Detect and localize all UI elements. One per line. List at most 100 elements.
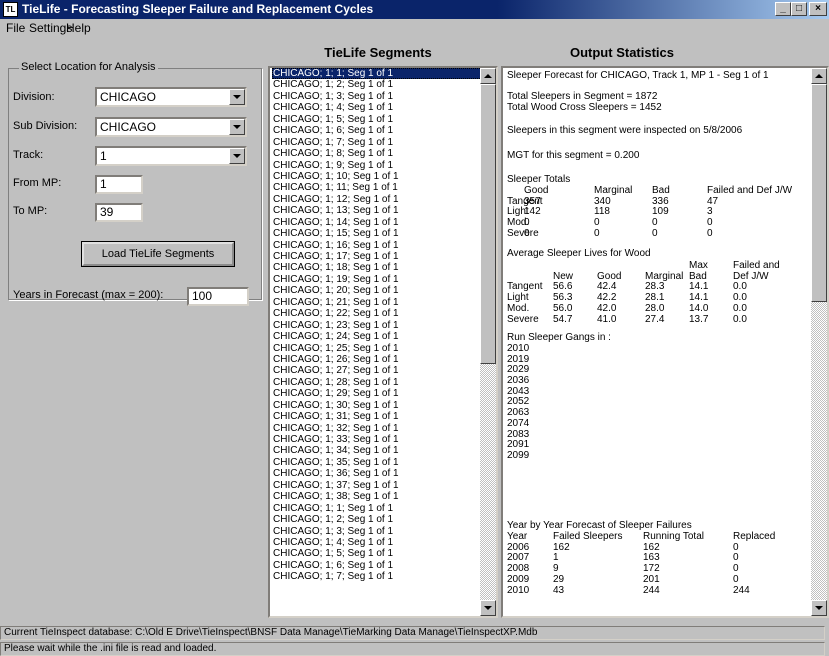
segment-list-item[interactable]: CHICAGO; 1; 22; Seg 1 of 1 — [272, 308, 482, 319]
total-wood: Total Wood Cross Sleepers = 1452 — [507, 102, 662, 113]
scroll-down-icon[interactable] — [480, 600, 496, 616]
yby-cell: 0 — [733, 573, 739, 585]
segment-list-item[interactable]: CHICAGO; 1; 33; Seg 1 of 1 — [272, 434, 482, 445]
lives-cell: 14.0 — [689, 302, 709, 314]
segment-list-item[interactable]: CHICAGO; 1; 36; Seg 1 of 1 — [272, 468, 482, 479]
segment-list-item[interactable]: CHICAGO; 1; 3; Seg 1 of 1 — [272, 526, 482, 537]
segment-list-item[interactable]: CHICAGO; 1; 23; Seg 1 of 1 — [272, 320, 482, 331]
gang-year: 2074 — [507, 417, 530, 429]
segment-list-item[interactable]: CHICAGO; 1; 25; Seg 1 of 1 — [272, 343, 482, 354]
from-mp-label: From MP: — [13, 177, 62, 189]
segment-list-item[interactable]: CHICAGO; 1; 13; Seg 1 of 1 — [272, 205, 482, 216]
location-group-label: Select Location for Analysis — [19, 61, 158, 73]
yby-cell: 29 — [553, 573, 565, 585]
segment-list-item[interactable]: CHICAGO; 1; 6; Seg 1 of 1 — [272, 560, 482, 571]
segments-scroll-thumb[interactable] — [480, 84, 496, 364]
load-segments-button[interactable]: Load TieLife Segments — [81, 241, 235, 267]
segment-list-item[interactable]: CHICAGO; 1; 7; Seg 1 of 1 — [272, 137, 482, 148]
segment-list-item[interactable]: CHICAGO; 1; 16; Seg 1 of 1 — [272, 240, 482, 251]
segment-list-item[interactable]: CHICAGO; 1; 35; Seg 1 of 1 — [272, 457, 482, 468]
chevron-down-icon[interactable] — [229, 89, 245, 105]
maximize-button[interactable]: □ — [791, 2, 807, 16]
lives-cell: Mod. — [507, 302, 530, 314]
division-select[interactable]: CHICAGO — [95, 87, 247, 107]
segment-list-item[interactable]: CHICAGO; 1; 11; Seg 1 of 1 — [272, 182, 482, 193]
segment-list-item[interactable]: CHICAGO; 1; 4; Seg 1 of 1 — [272, 537, 482, 548]
lives-cell: 54.7 — [553, 313, 573, 325]
scroll-up-icon[interactable] — [480, 68, 496, 84]
segment-list-item[interactable]: CHICAGO; 1; 38; Seg 1 of 1 — [272, 491, 482, 502]
totals-cell: 0 — [652, 227, 658, 239]
segment-list-item[interactable]: CHICAGO; 1; 10; Seg 1 of 1 — [272, 171, 482, 182]
app-icon: TL — [3, 2, 18, 17]
gang-years-list: 2010 2019 2029 2036 2043 2052 2063 2074 2083 2091… — [507, 343, 530, 462]
scroll-down-icon[interactable] — [811, 600, 827, 616]
chevron-down-icon[interactable] — [229, 119, 245, 135]
to-mp-label: To MP: — [13, 205, 48, 217]
segment-list-item[interactable]: CHICAGO; 1; 9; Seg 1 of 1 — [272, 160, 482, 171]
segment-list-item[interactable]: CHICAGO; 1; 4; Seg 1 of 1 — [272, 102, 482, 113]
output-scrollbar[interactable] — [811, 68, 827, 616]
scroll-up-icon[interactable] — [811, 68, 827, 84]
segment-list-item[interactable]: CHICAGO; 1; 6; Seg 1 of 1 — [272, 125, 482, 136]
subdivision-select[interactable]: CHICAGO — [95, 117, 247, 137]
segments-scrollbar[interactable] — [480, 68, 496, 616]
chevron-down-icon[interactable] — [229, 148, 245, 164]
segment-list-item[interactable]: CHICAGO; 1; 28; Seg 1 of 1 — [272, 377, 482, 388]
output-scroll-thumb[interactable] — [811, 84, 827, 302]
segment-list-item[interactable]: CHICAGO; 1; 3; Seg 1 of 1 — [272, 91, 482, 102]
track-select[interactable]: 1 — [95, 146, 247, 166]
segment-list-item[interactable]: CHICAGO; 1; 1; Seg 1 of 1 — [272, 503, 482, 514]
segment-list-item[interactable]: CHICAGO; 1; 2; Seg 1 of 1 — [272, 79, 482, 90]
segment-list-item[interactable]: CHICAGO; 1; 21; Seg 1 of 1 — [272, 297, 482, 308]
minimize-button[interactable]: _ — [775, 2, 791, 16]
segment-list-item[interactable]: CHICAGO; 1; 12; Seg 1 of 1 — [272, 194, 482, 205]
lives-cell: 41.0 — [597, 313, 617, 325]
segment-list-item[interactable]: CHICAGO; 1; 15; Seg 1 of 1 — [272, 228, 482, 239]
segment-list-item[interactable]: CHICAGO; 1; 5; Seg 1 of 1 — [272, 114, 482, 125]
to-mp-input[interactable]: 39 — [95, 203, 143, 222]
database-status: Current TieInspect database: C:\Old E Dr… — [0, 626, 825, 640]
segment-list-item[interactable]: CHICAGO; 1; 2; Seg 1 of 1 — [272, 514, 482, 525]
close-button[interactable]: × — [809, 2, 827, 16]
segment-list-item[interactable]: CHICAGO; 1; 29; Seg 1 of 1 — [272, 388, 482, 399]
segment-list-item[interactable]: CHICAGO; 1; 19; Seg 1 of 1 — [272, 274, 482, 285]
segment-list-item[interactable]: CHICAGO; 1; 34; Seg 1 of 1 — [272, 445, 482, 456]
segment-list-item[interactable]: CHICAGO; 1; 30; Seg 1 of 1 — [272, 400, 482, 411]
segment-list-item[interactable]: CHICAGO; 1; 1; Seg 1 of 1 — [272, 68, 482, 80]
from-mp-input[interactable]: 1 — [95, 175, 143, 194]
lives-cell: 27.4 — [645, 313, 665, 325]
lives-cell: 42.0 — [597, 302, 617, 314]
yby-cell: 43 — [553, 584, 565, 596]
lives-title: Average Sleeper Lives for Wood — [507, 248, 651, 259]
yby-cell: 244 — [643, 584, 660, 596]
menu-file[interactable]: File — [6, 21, 25, 35]
lives-cell: 0.0 — [733, 302, 747, 314]
segment-list-item[interactable]: CHICAGO; 1; 14; Seg 1 of 1 — [272, 217, 482, 228]
segment-list-item[interactable]: CHICAGO; 1; 26; Seg 1 of 1 — [272, 354, 482, 365]
segments-title: TieLife Segments — [324, 45, 432, 60]
years-label: Years in Forecast (max = 200): — [13, 289, 164, 301]
segment-list-item[interactable]: CHICAGO; 1; 24; Seg 1 of 1 — [272, 331, 482, 342]
yby-header: Replaced — [733, 531, 776, 542]
segment-list-item[interactable]: CHICAGO; 1; 37; Seg 1 of 1 — [272, 480, 482, 491]
segments-list[interactable]: CHICAGO; 1; 1; Seg 1 of 1 CHICAGO; 1; 2; … — [268, 66, 498, 618]
segment-list-item[interactable]: CHICAGO; 1; 17; Seg 1 of 1 — [272, 251, 482, 262]
output-statistics-box[interactable]: Sleeper Forecast for CHICAGO, Track 1, M… — [501, 66, 829, 618]
title-bar: TL TieLife - Forecasting Sleeper Failure… — [0, 0, 829, 19]
segment-list-item[interactable]: CHICAGO; 1; 5; Seg 1 of 1 — [272, 548, 482, 559]
window-title: TieLife - Forecasting Sleeper Failure an… — [22, 2, 374, 16]
segment-list-item[interactable]: CHICAGO; 1; 7; Seg 1 of 1 — [272, 571, 482, 582]
location-group: Select Location for Analysis Division: C… — [8, 61, 262, 306]
segment-list-item[interactable]: CHICAGO; 1; 20; Seg 1 of 1 — [272, 285, 482, 296]
yby-cell: 244 — [733, 584, 750, 596]
mgt-value: MGT for this segment = 0.200 — [507, 150, 640, 161]
menu-help[interactable]: Help — [66, 21, 91, 35]
years-input[interactable]: 100 — [187, 287, 249, 306]
segment-list-item[interactable]: CHICAGO; 1; 18; Seg 1 of 1 — [272, 262, 482, 273]
segment-list-item[interactable]: CHICAGO; 1; 32; Seg 1 of 1 — [272, 423, 482, 434]
segment-list-item[interactable]: CHICAGO; 1; 27; Seg 1 of 1 — [272, 365, 482, 376]
segment-list-item[interactable]: CHICAGO; 1; 31; Seg 1 of 1 — [272, 411, 482, 422]
segment-list-item[interactable]: CHICAGO; 1; 8; Seg 1 of 1 — [272, 148, 482, 159]
division-value: CHICAGO — [100, 90, 157, 104]
